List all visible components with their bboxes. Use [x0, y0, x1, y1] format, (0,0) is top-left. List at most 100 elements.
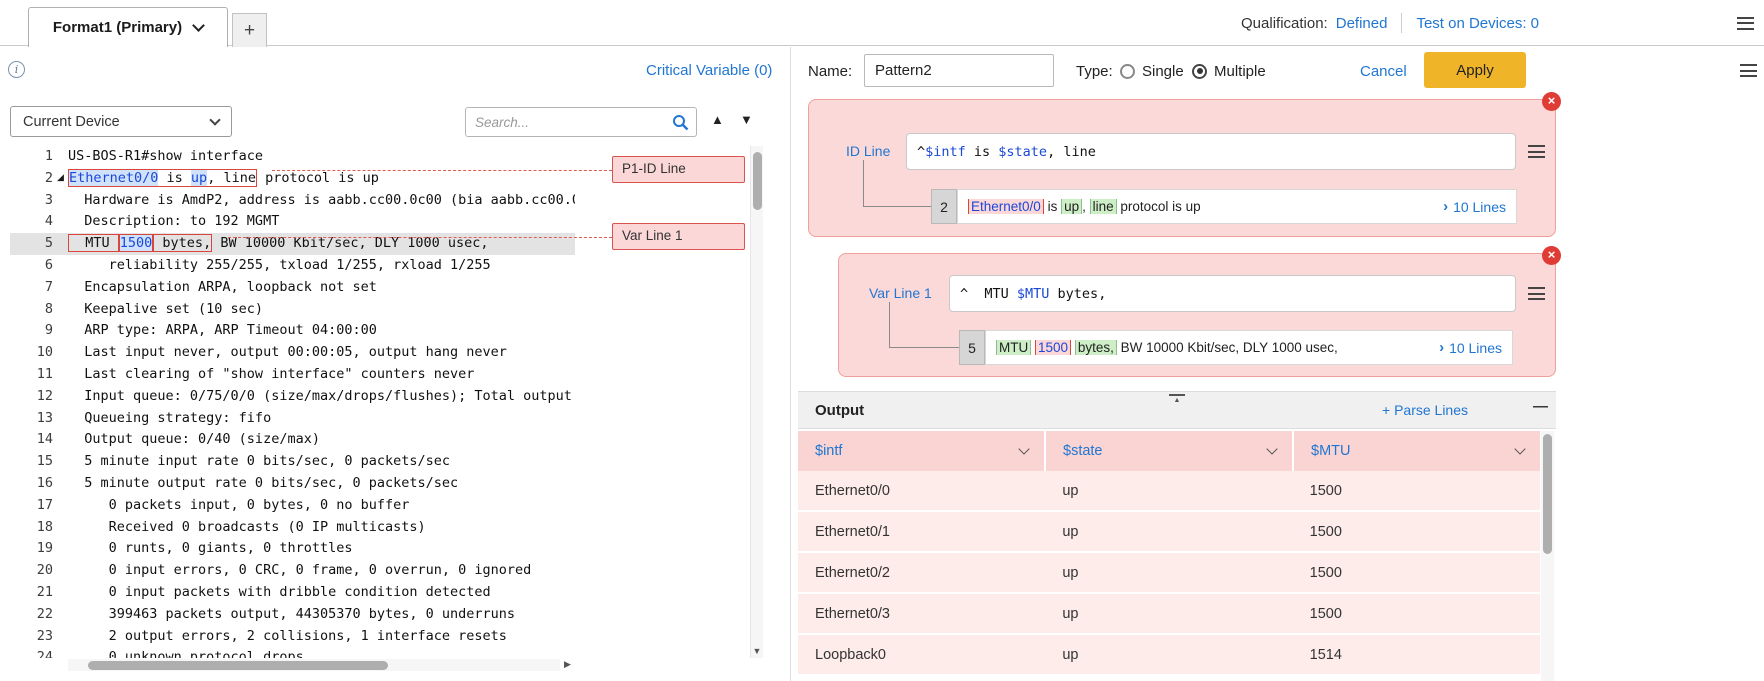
fold-marker-icon[interactable]: ◢	[53, 168, 68, 190]
code-token: 1500	[119, 234, 154, 252]
code-line[interactable]: 17 0 packets input, 0 bytes, 0 no buffer	[10, 495, 575, 517]
code-token: 5 minute output rate 0 bits/sec, 0 packe…	[68, 475, 458, 491]
code-line[interactable]: 6 reliability 255/255, txload 1/255, rxl…	[10, 255, 575, 277]
fold-marker-slot	[53, 211, 68, 233]
output-cell: Ethernet0/0	[798, 483, 1045, 499]
menu-icon[interactable]	[1737, 17, 1754, 30]
code-line[interactable]: 7 Encapsulation ARPA, loopback not set	[10, 277, 575, 299]
cancel-button[interactable]: Cancel	[1360, 63, 1407, 80]
plus-icon: +	[244, 20, 255, 42]
scrollbar-thumb[interactable]	[753, 152, 762, 210]
chevron-down-icon[interactable]	[1514, 443, 1525, 454]
code-token: $state	[998, 144, 1047, 160]
search-next-button[interactable]: ▼	[740, 112, 753, 127]
callout-id-line[interactable]: P1-ID Line	[612, 156, 745, 183]
code-editor[interactable]: 1US-BOS-R1#show interface2◢Ethernet0/0 i…	[10, 146, 575, 658]
code-line[interactable]: 14 Output queue: 0/40 (size/max)	[10, 429, 575, 451]
code-line[interactable]: 15 5 minute input rate 0 bits/sec, 0 pac…	[10, 451, 575, 473]
fold-marker-slot	[53, 582, 68, 604]
add-tab-button[interactable]: +	[232, 13, 267, 47]
id-line-regex-input[interactable]: ^$intf is $state, line	[906, 133, 1516, 170]
output-column-header[interactable]: $intf	[798, 431, 1046, 471]
scrollbar-thumb[interactable]	[88, 661, 388, 670]
top-bar-right: Qualification: Defined Test on Devices: …	[1241, 0, 1754, 46]
code-line[interactable]: 12 Input queue: 0/75/0/0 (size/max/drops…	[10, 386, 575, 408]
var-line-preview[interactable]: MTU 1500 bytes, BW 10000 Kbit/sec, DLY 1…	[985, 330, 1513, 365]
id-line-preview[interactable]: Ethernet0/0 is up, line protocol is up ›…	[957, 189, 1517, 224]
code-line[interactable]: 19 0 runts, 0 giants, 0 throttles	[10, 538, 575, 560]
code-token: 0 input packets with dribble condition d…	[68, 584, 491, 600]
close-icon[interactable]: ×	[1542, 246, 1561, 265]
code-token: Keepalive set (10 sec)	[68, 301, 263, 317]
column-label: $state	[1063, 443, 1103, 459]
output-row[interactable]: Ethernet0/2up1500	[798, 553, 1540, 594]
qualification-value-link[interactable]: Defined	[1336, 15, 1388, 32]
close-icon[interactable]: ×	[1542, 92, 1561, 111]
radio-single[interactable]: Single	[1120, 56, 1184, 86]
output-row[interactable]: Ethernet0/3up1500	[798, 594, 1540, 635]
scrollbar-thumb[interactable]	[1543, 434, 1552, 554]
line-number: 7	[10, 277, 68, 299]
output-row[interactable]: Ethernet0/1up1500	[798, 512, 1540, 553]
apply-button[interactable]: Apply	[1424, 52, 1526, 88]
output-scrollbar[interactable]	[1541, 431, 1554, 681]
scroll-down-icon[interactable]: ▼	[751, 646, 763, 656]
code-line[interactable]: 2◢Ethernet0/0 is up, line protocol is up	[10, 168, 575, 190]
code-line[interactable]: 8 Keepalive set (10 sec)	[10, 299, 575, 321]
parse-lines-link[interactable]: + Parse Lines	[1382, 402, 1468, 418]
var-line-count-link[interactable]: › 10 Lines	[1439, 339, 1502, 356]
tab-format1-primary[interactable]: Format1 (Primary)	[28, 7, 228, 47]
info-icon[interactable]: i	[8, 61, 25, 78]
var-line-regex-input[interactable]: ^ MTU $MTU bytes,	[949, 275, 1516, 312]
minimize-icon[interactable]: —	[1533, 398, 1548, 415]
code-line[interactable]: 20 0 input errors, 0 CRC, 0 frame, 0 ove…	[10, 560, 575, 582]
scroll-right-icon[interactable]: ▶	[564, 659, 571, 670]
pattern-name-input[interactable]	[864, 54, 1054, 87]
code-line[interactable]: 4 Description: to 192 MGMT	[10, 211, 575, 233]
test-on-devices-link[interactable]: Test on Devices: 0	[1416, 15, 1539, 32]
code-line[interactable]: 16 5 minute output rate 0 bits/sec, 0 pa…	[10, 473, 575, 495]
device-dropdown[interactable]: Current Device	[10, 106, 232, 137]
output-row[interactable]: Ethernet0/0up1500	[798, 471, 1540, 512]
code-line[interactable]: 1US-BOS-R1#show interface	[10, 146, 575, 168]
code-line[interactable]: 23 2 output errors, 2 collisions, 1 inte…	[10, 626, 575, 648]
output-cell: 1514	[1293, 647, 1540, 663]
search-prev-button[interactable]: ▲	[711, 112, 724, 127]
callout-var-line[interactable]: Var Line 1	[612, 223, 745, 250]
chevron-down-icon[interactable]	[1018, 443, 1029, 454]
output-cell: Ethernet0/1	[798, 524, 1045, 540]
code-line[interactable]: 24 0 unknown protocol drops	[10, 647, 575, 658]
id-line-count-link[interactable]: › 10 Lines	[1443, 198, 1506, 215]
code-line[interactable]: 10 Last input never, output 00:00:05, ou…	[10, 342, 575, 364]
column-label: $intf	[815, 443, 842, 459]
output-column-header[interactable]: $MTU	[1294, 431, 1540, 471]
tab-label: Format1 (Primary)	[53, 19, 182, 36]
editor-horizontal-scrollbar[interactable]	[68, 659, 560, 671]
output-body: Ethernet0/0up1500Ethernet0/1up1500Ethern…	[798, 471, 1540, 681]
editor-vertical-scrollbar[interactable]: ▼	[750, 146, 763, 658]
line-number: 20	[10, 560, 68, 582]
code-token: Input queue: 0/75/0/0 (size/max/drops/fl…	[68, 388, 575, 404]
menu-icon[interactable]	[1740, 64, 1757, 77]
critical-variable-link[interactable]: Critical Variable (0)	[646, 62, 772, 79]
menu-icon[interactable]	[1528, 287, 1545, 300]
code-line[interactable]: 9 ARP type: ARPA, ARP Timeout 04:00:00	[10, 320, 575, 342]
code-line[interactable]: 11 Last clearing of "show interface" cou…	[10, 364, 575, 386]
output-column-header[interactable]: $state	[1046, 431, 1294, 471]
output-row[interactable]: Loopback0up1514	[798, 635, 1540, 676]
code-line[interactable]: 22 399463 packets output, 44305370 bytes…	[10, 604, 575, 626]
output-cell: Loopback0	[798, 647, 1045, 663]
code-line[interactable]: 18 Received 0 broadcasts (0 IP multicast…	[10, 517, 575, 539]
callout-connector	[272, 170, 612, 171]
menu-icon[interactable]	[1528, 145, 1545, 158]
code-line[interactable]: 3 Hardware is AmdP2, address is aabb.cc0…	[10, 190, 575, 212]
code-line[interactable]: 13 Queueing strategy: fifo	[10, 408, 575, 430]
code-token: bytes,	[1049, 286, 1106, 302]
code-line[interactable]: 21 0 input packets with dribble conditio…	[10, 582, 575, 604]
search-input[interactable]	[466, 115, 672, 130]
chevron-down-icon[interactable]	[1266, 443, 1277, 454]
collapse-handle-icon[interactable]: ▲	[1169, 394, 1185, 404]
search-icon[interactable]	[672, 114, 689, 131]
lines-count-label: 10 Lines	[1453, 199, 1506, 215]
radio-multiple[interactable]: Multiple	[1192, 56, 1266, 86]
